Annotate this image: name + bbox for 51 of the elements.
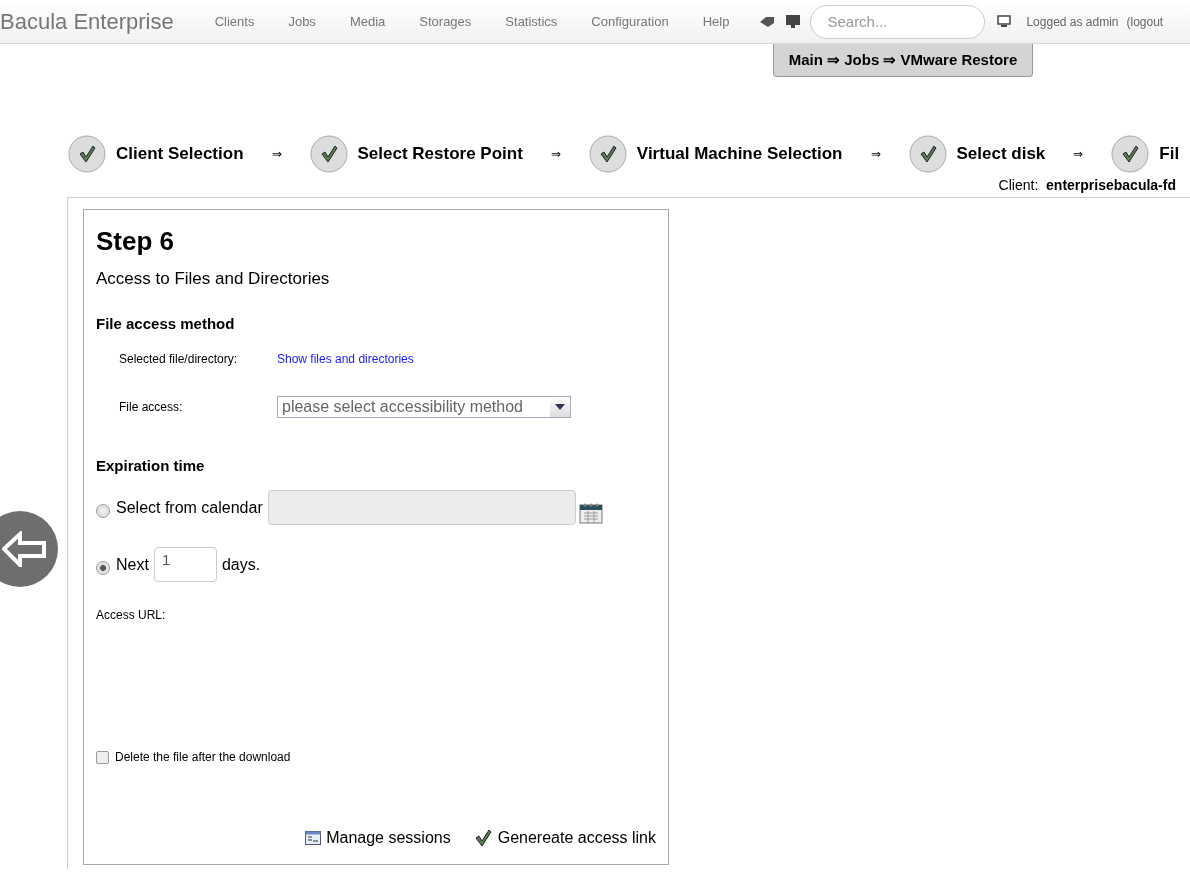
field-label: Selected file/directory:	[119, 352, 239, 366]
option-label: Next	[116, 555, 149, 574]
calendar-icon[interactable]	[578, 501, 603, 524]
days-field[interactable]: 1	[153, 547, 217, 582]
user-label: Logged as admin	[1026, 14, 1119, 29]
nav-link[interactable]: Statistics	[505, 14, 558, 29]
app-title: Bacula Enterprise	[0, 8, 174, 35]
left-arrow-icon	[2, 531, 48, 567]
radio-button[interactable]	[96, 503, 110, 518]
step-label: Client Selection	[116, 144, 244, 164]
list-icon	[305, 831, 322, 845]
step-subtitle: Access to Files and Directories	[96, 269, 331, 289]
back-button[interactable]	[0, 511, 58, 587]
manage-sessions-button[interactable]: Manage sessions	[305, 828, 451, 848]
show-files-link[interactable]: Show files and directories	[277, 352, 414, 366]
monitor-icon	[997, 15, 1012, 28]
nav-link[interactable]: Clients	[214, 14, 255, 29]
arrow-text: ⇒	[271, 147, 282, 161]
search-field[interactable]: Search...	[810, 4, 986, 39]
step-label: Fil	[1159, 144, 1180, 164]
nav-link[interactable]: Storages	[419, 14, 472, 29]
field-label: File access:	[119, 400, 184, 414]
generate-link-button[interactable]: Genereate access link	[472, 828, 656, 848]
days-label: days.	[221, 555, 261, 574]
date-field[interactable]	[267, 490, 576, 525]
checkbox[interactable]	[96, 750, 109, 764]
breadcrumb: Main ⇒ Jobs ⇒ VMware Restore	[773, 44, 1033, 77]
monitor-icon[interactable]	[786, 15, 801, 28]
caret-icon	[555, 404, 565, 410]
tag-icon[interactable]	[760, 16, 775, 27]
client-label: Client:	[998, 177, 1039, 193]
section-heading: File access method	[96, 315, 236, 332]
access-method-select[interactable]: please select accessibility method	[277, 396, 571, 418]
step-label: Select Restore Point	[357, 144, 523, 164]
client-name: enterprisebacula-fd	[1046, 177, 1176, 193]
nav-link[interactable]: Jobs	[288, 14, 316, 29]
arrow-text: ⇒	[550, 147, 561, 161]
checkbox-label: Delete the file after the download	[115, 750, 291, 764]
nav-link[interactable]: Media	[349, 14, 386, 29]
step-title: Step 6	[96, 226, 176, 257]
arrow-text: ⇒	[1073, 147, 1084, 161]
logout-link[interactable]: (logout	[1126, 14, 1164, 29]
section-heading: Expiration time	[96, 457, 206, 474]
arrow-text: ⇒	[870, 147, 881, 161]
access-url-label: Access URL:	[96, 608, 167, 622]
step-label: Virtual Machine Selection	[636, 144, 843, 164]
nav-link[interactable]: Configuration	[591, 14, 669, 29]
nav-link[interactable]: Help	[702, 14, 730, 29]
radio-button[interactable]	[96, 560, 110, 575]
option-label: Select from calendar	[116, 498, 263, 517]
step-label: Select disk	[956, 144, 1046, 164]
